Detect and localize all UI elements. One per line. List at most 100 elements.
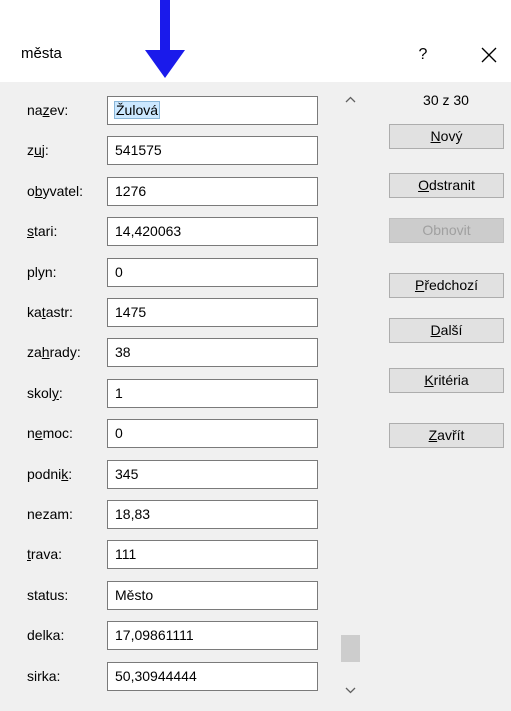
restore-button[interactable]: Obnovit (389, 218, 504, 243)
form-row: zuj: 541575 (0, 134, 330, 168)
restore-button-label-post: Obnovit (422, 222, 471, 238)
close-button-label-post: avřít (437, 427, 465, 443)
help-button[interactable]: ? (411, 43, 435, 67)
scroll-down-button[interactable] (339, 679, 362, 701)
field-label-post: rady: (49, 344, 81, 360)
field-label-pre: o (27, 183, 35, 199)
field-value: 0 (115, 425, 123, 441)
field-value: 1276 (115, 183, 147, 199)
field-value: 38 (115, 344, 131, 360)
field-value: Žulová (113, 101, 161, 119)
field-label-pre: skol (27, 385, 52, 401)
field-label-pre: status: (27, 587, 69, 603)
field-label: zahrady: (27, 344, 81, 360)
criteria-button-label-post: ritéria (433, 372, 469, 388)
annotation-arrow-icon (145, 0, 185, 78)
field-label: trava: (27, 546, 62, 562)
chevron-down-icon (345, 687, 356, 694)
form-row: zahrady: 38 (0, 336, 330, 370)
field-value: Město (115, 587, 154, 603)
field-label-post: moc: (42, 425, 73, 441)
field-input[interactable]: 0 (107, 419, 318, 448)
form-row: nazev: Žulová (0, 94, 330, 128)
field-value: 1 (115, 385, 123, 401)
next-button-label-post: alší (440, 322, 463, 338)
field-label-pre: n (27, 425, 35, 441)
previous-button-accesskey: P (414, 277, 425, 293)
field-label-pre: delka: (27, 627, 65, 643)
field-input[interactable]: 541575 (107, 136, 318, 165)
field-label: nezam: (27, 506, 73, 522)
previous-button[interactable]: Předchozí (389, 273, 504, 298)
field-input[interactable]: 50,30944444 (107, 662, 318, 691)
title-bar: města ? (0, 0, 511, 82)
form-row: stari: 14,420063 (0, 215, 330, 249)
field-label-post: tari: (34, 223, 58, 239)
field-label: delka: (27, 627, 64, 643)
field-value: 541575 (115, 142, 162, 158)
field-label-accesskey: s (27, 223, 34, 239)
delete-button-label-post: dstranit (428, 177, 475, 193)
field-label-pre: za (27, 344, 42, 360)
field-input[interactable]: 14,420063 (107, 217, 318, 246)
form-row: skoly: 1 (0, 377, 330, 411)
field-input[interactable]: 17,09861111 (107, 621, 318, 650)
next-button[interactable]: Další (389, 318, 504, 343)
field-value: 50,30944444 (115, 668, 197, 684)
field-input[interactable]: 345 (107, 460, 318, 489)
scroll-thumb[interactable] (341, 635, 360, 662)
field-label-pre: ka (27, 304, 42, 320)
form-row: plyn: 0 (0, 256, 330, 290)
field-label-pre: na (27, 102, 43, 118)
field-input[interactable]: 1475 (107, 298, 318, 327)
field-input[interactable]: 0 (107, 258, 318, 287)
field-label-post: astr: (45, 304, 73, 320)
field-label-pre: plyn: (27, 264, 57, 280)
field-label-pre: z (27, 142, 34, 158)
field-label: katastr: (27, 304, 73, 320)
field-label: nemoc: (27, 425, 73, 441)
field-label-accesskey: b (34, 183, 43, 199)
field-input[interactable]: 1276 (107, 177, 318, 206)
field-input[interactable]: 1 (107, 379, 318, 408)
field-label-post: rava: (30, 546, 63, 562)
field-input[interactable]: Žulová (107, 96, 318, 125)
field-label: podnik: (27, 466, 72, 482)
close-button-accesskey: Z (428, 427, 438, 443)
next-button-accesskey: D (430, 322, 441, 338)
field-label-accesskey: u (34, 142, 42, 158)
criteria-button-accesskey: K (424, 372, 434, 388)
field-value: 111 (115, 546, 137, 562)
field-input[interactable]: 38 (107, 338, 318, 367)
field-value: 14,420063 (115, 223, 182, 239)
field-label: status: (27, 587, 68, 603)
text-caret (159, 102, 161, 117)
field-value: 18,83 (115, 506, 151, 522)
field-value: 1475 (115, 304, 147, 320)
field-input[interactable]: Město (107, 581, 318, 610)
form-row: katastr: 1475 (0, 296, 330, 330)
delete-button[interactable]: Odstranit (389, 173, 504, 198)
record-counter: 30 z 30 (423, 92, 469, 108)
field-input[interactable]: 18,83 (107, 500, 318, 529)
new-button[interactable]: Nový (389, 124, 504, 149)
field-label-post: : (58, 385, 63, 401)
field-label-post: : (68, 466, 73, 482)
field-label-post: yvatel: (42, 183, 84, 199)
field-value: 0 (115, 264, 123, 280)
chevron-up-icon (345, 96, 356, 103)
close-window-button[interactable] (474, 40, 504, 70)
close-button[interactable]: Zavřít (389, 423, 504, 448)
form-row: nezam: 18,83 (0, 498, 330, 532)
field-value: 17,09861111 (115, 627, 194, 643)
vertical-scrollbar[interactable] (339, 89, 362, 701)
field-input[interactable]: 111 (107, 540, 318, 569)
form-row: trava: 111 (0, 538, 330, 572)
field-label-pre: sirka: (27, 668, 61, 684)
field-value: 345 (115, 466, 139, 482)
field-label: nazev: (27, 102, 68, 118)
criteria-button[interactable]: Kritéria (389, 368, 504, 393)
scroll-up-button[interactable] (339, 89, 362, 111)
field-label-post: ev: (49, 102, 69, 118)
field-label: zuj: (27, 142, 49, 158)
